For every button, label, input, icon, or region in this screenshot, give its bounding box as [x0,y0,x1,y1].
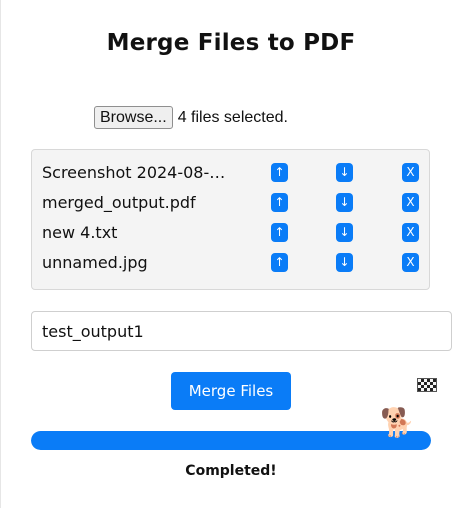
move-down-button[interactable]: ↓ [336,253,353,272]
merge-files-button[interactable]: Merge Files [171,372,291,410]
move-down-button[interactable]: ↓ [336,163,353,182]
move-down-button[interactable]: ↓ [336,193,353,212]
page-title: Merge Files to PDF [106,30,356,56]
file-name: Screenshot 2024-08-… [42,163,226,182]
remove-file-button[interactable]: X [402,253,419,272]
remove-file-button[interactable]: X [402,193,419,212]
file-row: unnamed.jpg ↑ ↓ X [32,251,429,275]
remove-file-button[interactable]: X [402,163,419,182]
progress-fill [31,431,431,450]
move-down-button[interactable]: ↓ [336,223,353,242]
file-row: Screenshot 2024-08-… ↑ ↓ X [32,161,429,185]
file-name: new 4.txt [42,223,118,242]
file-list: Screenshot 2024-08-… ↑ ↓ X merged_output… [31,149,430,290]
file-name: unnamed.jpg [42,253,148,272]
move-up-button[interactable]: ↑ [271,193,288,212]
file-name: merged_output.pdf [42,193,196,212]
status-text: Completed! [185,463,277,479]
file-row: new 4.txt ↑ ↓ X [32,221,429,245]
dog-icon: 🐕 [380,406,415,439]
progress-bar [31,431,431,450]
browse-button[interactable]: Browse... [94,106,173,129]
file-picker: Browse... 4 files selected. [94,106,288,129]
move-up-button[interactable]: ↑ [271,163,288,182]
checkered-flag-icon [417,378,437,392]
remove-file-button[interactable]: X [402,223,419,242]
file-row: merged_output.pdf ↑ ↓ X [32,191,429,215]
left-divider [0,0,1,508]
move-up-button[interactable]: ↑ [271,223,288,242]
selected-files-text: 4 files selected. [177,108,288,126]
move-up-button[interactable]: ↑ [271,253,288,272]
output-filename-input[interactable] [31,311,452,351]
